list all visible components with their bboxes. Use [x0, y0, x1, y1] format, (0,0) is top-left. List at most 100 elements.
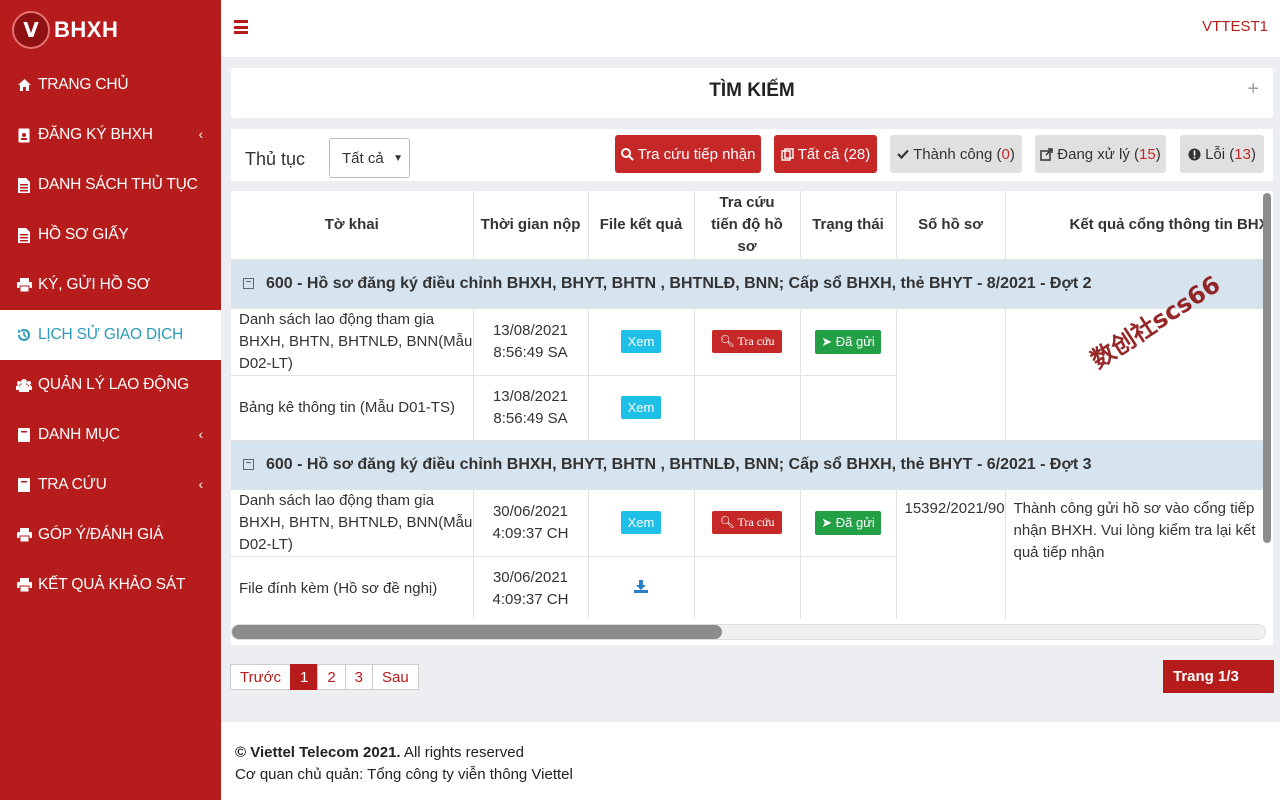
sidebar-item-label: TRA CỨU: [38, 476, 107, 493]
send-icon: ➤: [821, 514, 833, 530]
page-button-2[interactable]: 2: [317, 664, 346, 690]
sidebar-item-ket-qua-khao-sat[interactable]: KẾT QUẢ KHẢO SÁT: [0, 560, 221, 610]
chevron-left-icon: ‹: [198, 476, 204, 492]
view-file-button[interactable]: Xem: [620, 330, 662, 353]
id-card-icon: [16, 127, 32, 143]
view-file-button[interactable]: Xem: [620, 396, 662, 419]
portal-result-text: Thành công gửi hồ sơ vào cổng tiếp nhận …: [1013, 499, 1256, 561]
sidebar-item-ky-gui-ho-so[interactable]: KÝ, GỬI HỒ SƠ: [0, 260, 221, 310]
book-icon: [16, 427, 32, 443]
filter-all-button[interactable]: Tất cả (28): [774, 135, 877, 173]
record-number-cell: 15392/2021/90: [896, 489, 1006, 619]
file-cell: Xem: [588, 375, 695, 441]
filter-success-button[interactable]: Thành công (0): [890, 135, 1022, 173]
sidebar-item-label: LỊCH SỬ GIAO DỊCH: [38, 326, 184, 343]
status-label: Đã gửi: [835, 333, 875, 349]
submit-date: 13/08/2021: [492, 321, 569, 339]
table-row: Danh sách lao động tham gia BHXH, BHTN, …: [231, 489, 1266, 619]
page-button-3[interactable]: 3: [344, 664, 374, 690]
filter-processing-button[interactable]: Đang xử lý (15): [1035, 135, 1166, 173]
record-number-cell: [896, 308, 1006, 441]
chevron-down-icon: ▼: [393, 153, 403, 164]
status-badge: ➤ Đã gửi: [815, 510, 881, 535]
submit-time-cell: 13/08/2021 8:56:49 SA: [473, 308, 589, 376]
sidebar-item-dang-ky-bhxh[interactable]: ĐĂNG KÝ BHXH ‹: [0, 110, 221, 160]
sidebar-item-ho-so-giay[interactable]: HỒ SƠ GIẤY: [0, 210, 221, 260]
collapse-icon[interactable]: −: [243, 458, 254, 470]
next-page-button[interactable]: Sau: [372, 664, 419, 690]
submit-clock: 8:56:49 SA: [493, 343, 568, 361]
sidebar-menu: TRANG CHỦ ĐĂNG KÝ BHXH ‹ DANH SÁCH THỦ T…: [0, 60, 221, 610]
sidebar-item-label: KẾT QUẢ KHẢO SÁT: [38, 576, 186, 593]
pagination: Trước 1 2 3 Sau: [230, 664, 419, 690]
submit-time-cell: 30/06/2021 4:09:37 CH: [473, 556, 589, 619]
procedure-select[interactable]: Tất cả ▼: [329, 138, 410, 178]
form-name-cell: Danh sách lao động tham gia BHXH, BHTN, …: [231, 489, 474, 557]
check-icon: [897, 149, 909, 159]
status-cell: [800, 375, 897, 441]
app-logo[interactable]: V BHXH: [0, 0, 221, 60]
filter-processing-label: Đang xử lý: [1057, 145, 1130, 163]
submit-clock: 8:56:49 SA: [493, 409, 568, 427]
sidebar-item-lich-su-giao-dich[interactable]: LỊCH SỬ GIAO DỊCH: [0, 310, 221, 360]
procedure-select-value: Tất cả: [342, 149, 384, 167]
file-icon: [16, 177, 32, 193]
portal-result-cell: Thành công gửi hồ sơ vào cổng tiếp nhận …: [1005, 489, 1266, 619]
filter-all-count: 28: [848, 145, 866, 163]
sidebar-item-danh-muc[interactable]: DANH MỤC ‹: [0, 410, 221, 460]
chevron-left-icon: ‹: [198, 126, 204, 142]
filter-error-count: 13: [1234, 145, 1251, 163]
logo-badge: V: [12, 11, 50, 49]
group-title: 600 - Hồ sơ đăng ký điều chỉnh BHXH, BHY…: [266, 455, 1092, 473]
search-icon: 🔍︎: [719, 515, 735, 529]
lookup-label: Tra cứu: [737, 334, 775, 348]
transaction-history-table: Tờ khai Thời gian nộp File kết quả Tra c…: [231, 191, 1273, 645]
footer: © Viettel Telecom 2021. All rights reser…: [221, 722, 1280, 800]
filter-success-label: Thành công: [913, 145, 993, 163]
filter-all-label: Tất cả: [797, 145, 840, 163]
prev-page-button[interactable]: Trước: [230, 664, 291, 690]
expand-plus-icon[interactable]: +: [1247, 78, 1259, 101]
status-cell: ➤ Đã gửi: [800, 489, 897, 557]
vertical-scrollbar[interactable]: [1263, 193, 1271, 543]
group-row[interactable]: −600 - Hồ sơ đăng ký điều chỉnh BHXH, BH…: [231, 259, 1266, 309]
filter-error-button[interactable]: Lỗi (13): [1180, 135, 1264, 173]
sidebar-item-quan-ly-lao-dong[interactable]: QUẢN LÝ LAO ĐỘNG: [0, 360, 221, 410]
lookup-progress-button[interactable]: 🔍︎ Tra cứu: [712, 511, 782, 534]
sidebar-item-trang-chu[interactable]: TRANG CHỦ: [0, 60, 221, 110]
group-row[interactable]: −600 - Hồ sơ đăng ký điều chỉnh BHXH, BH…: [231, 440, 1266, 490]
menu-toggle-icon[interactable]: [234, 20, 248, 34]
col-header-number: Số hồ sơ: [896, 191, 1006, 260]
file-icon: [16, 227, 32, 243]
col-header-progress: Tra cứu tiến độ hồ sơ: [694, 191, 801, 260]
collapse-icon[interactable]: −: [243, 277, 254, 289]
submit-date: 30/06/2021: [492, 502, 569, 520]
page-button-1[interactable]: 1: [289, 664, 319, 690]
filter-error-label: Lỗi: [1205, 145, 1226, 163]
search-panel: TÌM KIẾM +: [231, 68, 1273, 118]
chevron-left-icon: ‹: [198, 426, 204, 442]
group-title: 600 - Hồ sơ đăng ký điều chỉnh BHXH, BHY…: [266, 274, 1092, 292]
sidebar-item-label: DANH SÁCH THỦ TỤC: [38, 176, 198, 193]
lookup-receipt-button[interactable]: Tra cứu tiếp nhận: [615, 135, 761, 173]
sidebar-item-gop-y-danh-gia[interactable]: GÓP Ý/ĐÁNH GIÁ: [0, 510, 221, 560]
sidebar-item-tra-cuu[interactable]: TRA CỨU ‹: [0, 460, 221, 510]
book-icon: [16, 477, 32, 493]
send-icon: ➤: [821, 333, 833, 349]
search-icon: 🔍︎: [719, 334, 735, 348]
copyright: © Viettel Telecom 2021. All rights reser…: [235, 742, 1280, 764]
procedure-label: Thủ tục: [245, 149, 306, 169]
download-icon[interactable]: [634, 580, 648, 597]
table-header-row: Tờ khai Thời gian nộp File kết quả Tra c…: [231, 191, 1266, 260]
view-file-button[interactable]: Xem: [620, 511, 662, 534]
horizontal-scrollbar-thumb[interactable]: [232, 625, 722, 639]
page-indicator: Trang 1/3: [1163, 660, 1274, 693]
horizontal-scrollbar[interactable]: [231, 624, 1266, 640]
sidebar-item-danh-sach-thu-tuc[interactable]: DANH SÁCH THỦ TỤC: [0, 160, 221, 210]
user-name[interactable]: VTTEST1: [1202, 18, 1268, 35]
lookup-progress-button[interactable]: 🔍︎ Tra cứu: [712, 330, 782, 353]
owner-agency: Cơ quan chủ quản: Tổng công ty viễn thôn…: [235, 766, 573, 783]
copy-icon: [781, 147, 794, 161]
exclamation-circle-icon: [1188, 148, 1201, 161]
filter-bar: Thủ tục Tất cả ▼ Tra cứu tiếp nhận Tất c…: [231, 129, 1273, 181]
